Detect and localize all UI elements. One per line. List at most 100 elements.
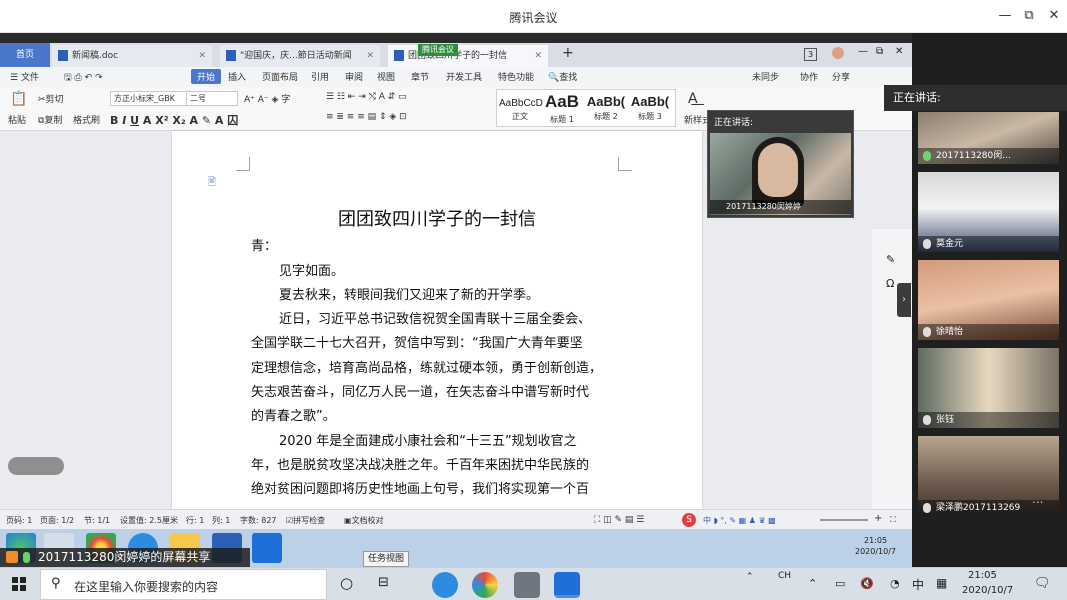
- tab-home[interactable]: 首页: [0, 43, 50, 67]
- browser-taskbar-icon[interactable]: [432, 572, 458, 598]
- host-taskbar: ⚲ 在这里输入你要搜索的内容 ○ ⊟ ⌃ CH ⌃ ▭ 🔇 ◔ 中 ▦ 21:0…: [0, 567, 1067, 600]
- screen-share-banner[interactable]: 2017113280闵婷婷的屏幕共享: [0, 548, 250, 567]
- quick-access-icons[interactable]: 🖫 ⎙ ↶ ↷: [64, 70, 103, 86]
- align-icons[interactable]: ≡ ≣ ≡ ≡ ▤ ⇕ ◈ ⊡: [326, 112, 407, 122]
- keyboard-grid-icon[interactable]: ▦: [936, 576, 947, 590]
- format-icons[interactable]: B I U A X² X₂ A ✎ A 囚: [110, 112, 238, 128]
- cut-button[interactable]: ✂剪切: [38, 92, 64, 105]
- proofread-toggle[interactable]: ▣文档校对: [344, 515, 384, 526]
- participant-name: 莫金元: [918, 236, 1059, 252]
- network-icon[interactable]: ◔: [890, 577, 900, 590]
- wps-restore-icon[interactable]: ⧉: [876, 46, 883, 57]
- doc-line: 绝对贫困问题即将历史性地画上句号，我们将实现第一个百: [251, 482, 590, 497]
- document-page[interactable]: 🖹 团团致四川学子的一封信 青： 见字如面。 夏去秋来，转眼间我们又迎来了新的开…: [172, 131, 702, 509]
- view-mode-icons[interactable]: ⛶ ◫ ✎ ▤ ☰: [594, 515, 644, 525]
- battery-icon[interactable]: ▭: [835, 577, 845, 590]
- doc-line: 青：: [251, 239, 278, 254]
- menu-view[interactable]: 视图: [377, 70, 395, 83]
- tab-close-icon[interactable]: ✕: [366, 45, 374, 67]
- menu-features[interactable]: 特色功能: [498, 70, 534, 83]
- zoom-in-icon[interactable]: +: [874, 513, 882, 524]
- menu-reference[interactable]: 引用: [311, 70, 329, 83]
- omega-icon[interactable]: Ω: [886, 277, 894, 290]
- zoom-slider[interactable]: [820, 519, 868, 521]
- font-name-select[interactable]: 方正小标宋_GBK: [110, 91, 188, 106]
- doc-nav-icon[interactable]: 🖹: [208, 175, 216, 192]
- close-button[interactable]: ✕: [1045, 7, 1063, 25]
- menu-unsynced[interactable]: 未同步: [752, 70, 779, 83]
- menu-chapter[interactable]: 章节: [411, 70, 429, 83]
- floating-toolbar-handle[interactable]: [8, 457, 64, 475]
- tencent-meeting-icon[interactable]: [252, 533, 282, 563]
- menu-start[interactable]: 开始: [191, 69, 222, 84]
- tray-up-icon[interactable]: ⌃: [746, 572, 754, 582]
- ime-mode[interactable]: 中: [912, 576, 924, 593]
- photos-taskbar-icon[interactable]: [472, 572, 498, 598]
- menu-page-layout[interactable]: 页面布局: [262, 70, 298, 83]
- task-view-icon[interactable]: ⊟: [378, 575, 389, 590]
- doc-line: 矢志艰苦奋斗，同亿万人民一道，在矢志奋斗中谱写新时代: [251, 385, 590, 400]
- wps-minimize-icon[interactable]: —: [858, 46, 868, 57]
- format-painter-button[interactable]: 格式刷: [73, 113, 100, 126]
- menu-dev-tools[interactable]: 开发工具: [446, 70, 482, 83]
- speaker-overlay[interactable]: 正在讲话: 2017113280闵婷婷: [707, 110, 854, 218]
- restore-button[interactable]: ⧉: [1020, 7, 1038, 25]
- ime-indicator[interactable]: CH: [778, 571, 791, 581]
- style-heading1[interactable]: AaB 标题 1: [541, 92, 583, 128]
- menu-collab[interactable]: 协作: [800, 70, 818, 83]
- menu-file[interactable]: ☰ 文件: [10, 70, 39, 83]
- list-icons[interactable]: ☰ ☷ ⇤ ⇥ ⤭ A ⇵ ▭: [326, 92, 407, 102]
- menu-review[interactable]: 审阅: [345, 70, 363, 83]
- style-heading2[interactable]: AaBb( 标题 2: [585, 92, 627, 128]
- menu-insert[interactable]: 插入: [228, 70, 246, 83]
- add-tab-icon[interactable]: +: [562, 45, 574, 61]
- menu-search[interactable]: 🔍查找: [548, 70, 577, 83]
- tab-news-doc[interactable]: 新闻稿.doc ✕: [52, 45, 212, 67]
- font-size-select[interactable]: 二号: [186, 91, 238, 106]
- clock-time[interactable]: 21:05: [968, 570, 997, 581]
- participant-tile[interactable]: 张钰: [918, 348, 1059, 428]
- doc-icon: [226, 50, 236, 61]
- expand-panel-chevron-icon[interactable]: ›: [897, 283, 911, 317]
- taskbar-search-input[interactable]: ⚲ 在这里输入你要搜索的内容: [40, 569, 327, 600]
- show-hidden-icons[interactable]: ⌃: [808, 577, 817, 590]
- tab-count-badge[interactable]: 3: [804, 48, 818, 61]
- tab-close-icon[interactable]: ✕: [198, 45, 206, 67]
- windows-start-icon[interactable]: [12, 577, 26, 591]
- paste-button[interactable]: 粘贴: [8, 113, 26, 126]
- paste-icon[interactable]: 📋: [10, 91, 27, 107]
- font-grow-icons[interactable]: A⁺ A⁻ ◈ 字: [244, 92, 290, 105]
- minimize-button[interactable]: —: [996, 7, 1014, 25]
- volume-icon[interactable]: 🔇: [860, 577, 874, 590]
- notification-icon[interactable]: 🗨: [1034, 576, 1051, 591]
- user-avatar[interactable]: [832, 47, 844, 59]
- speaking-header: 正在讲话:: [884, 85, 1067, 111]
- copy-button[interactable]: ⧉复制: [38, 113, 62, 126]
- clock-date[interactable]: 2020/10/7: [962, 585, 1013, 596]
- doc-line: 见字如面。: [279, 264, 345, 279]
- status-row: 行: 1: [186, 516, 205, 525]
- app-taskbar-icon[interactable]: [514, 572, 540, 598]
- tab-holiday-news[interactable]: "迎国庆，庆...節日活动新闻 ✕: [220, 45, 380, 67]
- edit-pen-icon[interactable]: ✎: [886, 253, 895, 266]
- tab-letter[interactable]: 团团致四川学子的一封信 ✕: [388, 45, 548, 67]
- participant-tile[interactable]: 徐晴怡: [918, 260, 1059, 340]
- more-participants-icon[interactable]: ...: [1032, 492, 1043, 506]
- new-style-icon[interactable]: A͟: [688, 91, 698, 107]
- fit-screen-icon[interactable]: ⛶: [890, 515, 896, 525]
- participant-tile[interactable]: 2017113280闵...: [918, 112, 1059, 164]
- wps-close-icon[interactable]: ✕: [895, 46, 903, 57]
- meeting-taskbar-icon[interactable]: [554, 572, 580, 598]
- tab-close-icon[interactable]: ✕: [534, 45, 542, 67]
- participant-tile[interactable]: 莫金元: [918, 172, 1059, 252]
- status-setting: 设置值: 2.5厘米: [120, 516, 178, 525]
- menu-share[interactable]: 分享: [832, 70, 850, 83]
- ime-s-icon[interactable]: S: [682, 513, 696, 527]
- ime-toolbar-icons[interactable]: 中 ◗ °, ✎ ▦ ♟ ♛ ▩: [703, 515, 776, 526]
- cortana-icon[interactable]: ○: [340, 574, 353, 592]
- doc-line: 夏去秋来，转眼间我们又迎来了新的开学季。: [279, 288, 540, 303]
- spell-check-toggle[interactable]: ☑拼写检查: [286, 515, 325, 526]
- speaker-face: [758, 143, 798, 197]
- style-normal[interactable]: AaBbCcD 正文: [499, 92, 543, 128]
- style-heading3[interactable]: AaBb( 标题 3: [629, 92, 671, 128]
